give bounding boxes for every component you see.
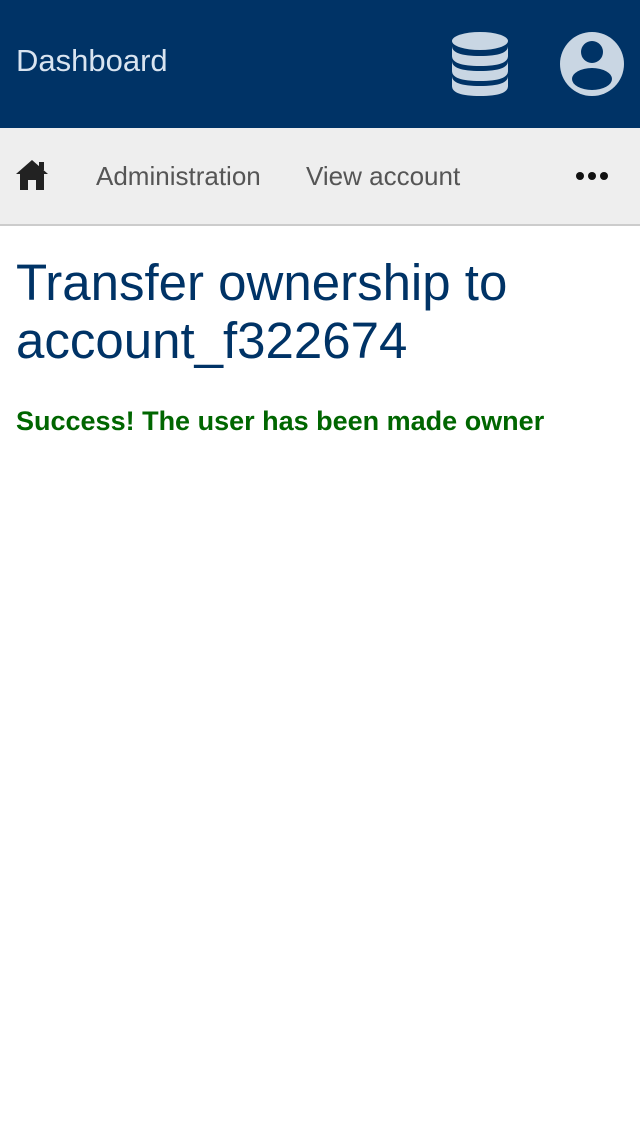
main-content: Transfer ownership to account_f322674 Su… <box>16 254 624 438</box>
top-bar: Dashboard <box>0 0 640 128</box>
dashboard-link[interactable]: Dashboard <box>16 42 168 80</box>
page-title: Transfer ownership to account_f322674 <box>16 254 508 369</box>
nav-item-administration[interactable]: Administration <box>96 160 261 192</box>
home-icon[interactable] <box>14 158 50 192</box>
more-horizontal-icon[interactable] <box>572 160 612 192</box>
success-message: Success! The user has been made owner <box>16 406 545 436</box>
database-icon[interactable] <box>450 30 510 98</box>
user-circle-icon[interactable] <box>558 30 626 98</box>
breadcrumb-nav: Administration View account <box>0 128 640 226</box>
nav-item-view-account[interactable]: View account <box>306 160 460 192</box>
